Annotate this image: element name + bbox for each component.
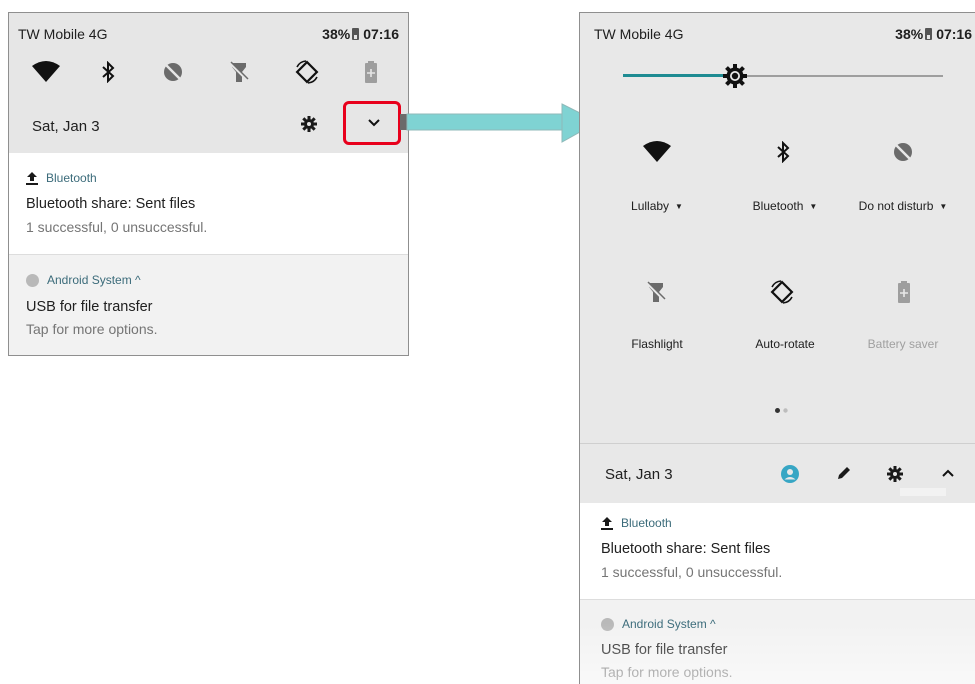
carrier-label: TW Mobile 4G [594, 26, 684, 42]
handle-bar[interactable] [900, 488, 946, 496]
battery-saver-icon[interactable] [898, 281, 910, 303]
battery-icon [352, 28, 360, 40]
clock: 07:16 [363, 26, 399, 42]
auto-rotate-icon[interactable] [294, 59, 320, 85]
notification-title: Bluetooth share: Sent files [601, 541, 771, 557]
dnd-icon[interactable] [162, 61, 184, 83]
notification-app-row: Bluetooth [601, 516, 672, 530]
flashlight-off-icon[interactable] [646, 281, 666, 303]
notification-app-row: Android System ^ [601, 617, 716, 631]
battery-saver-icon[interactable] [365, 61, 377, 83]
date-label: Sat, Jan 3 [32, 118, 100, 135]
brightness-fill [623, 74, 735, 77]
collapse-chevron-up-icon[interactable] [942, 469, 954, 477]
page-indicator [775, 408, 789, 413]
expanded-quick-settings: TW Mobile 4G 38% 07:16 Lullaby ▼ Bluetoot… [579, 12, 975, 684]
notification-app-name: Bluetooth [46, 171, 97, 185]
notification-body: 1 successful, 0 unsuccessful. [26, 219, 208, 235]
notification-body: Tap for more options. [601, 664, 733, 680]
tile-autorotate-label[interactable]: Auto-rotate [740, 337, 830, 351]
auto-rotate-icon[interactable] [769, 279, 795, 305]
battery-percent: 38% [895, 26, 924, 42]
wifi-icon[interactable] [31, 61, 61, 83]
bluetooth-icon[interactable] [776, 141, 790, 163]
upload-icon [601, 517, 613, 530]
notification-android-system[interactable]: Android System ^ USB for file transfer T… [580, 600, 975, 684]
flashlight-off-icon[interactable] [229, 61, 249, 83]
carrier-label: TW Mobile 4G [18, 26, 108, 42]
notification-title: USB for file transfer [26, 299, 153, 315]
notification-bluetooth[interactable]: Bluetooth Bluetooth share: Sent files 1 … [580, 503, 975, 599]
notification-app-name: Android System ^ [622, 617, 716, 631]
collapsed-notification-shade: TW Mobile 4G 38% 07:16 Sat, Jan 3 Blueto… [8, 12, 409, 356]
brightness-thumb[interactable] [722, 63, 748, 89]
battery-percent: 38% [322, 26, 351, 42]
dnd-icon[interactable] [892, 141, 914, 163]
settings-gear-icon[interactable] [301, 116, 317, 132]
transition-arrow [400, 102, 600, 144]
settings-gear-icon[interactable] [887, 466, 903, 482]
notification-app-name: Bluetooth [621, 516, 672, 530]
bluetooth-icon[interactable] [101, 61, 115, 83]
tile-bluetooth-label[interactable]: Bluetooth ▼ [740, 199, 830, 213]
tile-battery-saver-label[interactable]: Battery saver [858, 337, 948, 351]
notification-title: Bluetooth share: Sent files [26, 196, 196, 212]
caret-down-icon: ▼ [939, 202, 948, 212]
notification-body: Tap for more options. [26, 321, 158, 337]
caret-down-icon: ▼ [675, 202, 683, 212]
wifi-icon[interactable] [642, 141, 672, 163]
notification-app-name: Android System ^ [47, 273, 141, 287]
notification-android-system[interactable]: Android System ^ USB for file transfer T… [9, 255, 408, 355]
caret-down-icon: ▼ [809, 202, 818, 212]
status-right: 38% 07:16 [895, 26, 972, 42]
chevron-down-icon [368, 119, 380, 127]
expand-button[interactable] [343, 101, 401, 145]
notification-bluetooth[interactable]: Bluetooth Bluetooth share: Sent files 1 … [9, 153, 408, 255]
notification-app-row: Android System ^ [26, 273, 141, 287]
edit-pencil-icon[interactable] [836, 465, 852, 481]
tile-wifi-label[interactable]: Lullaby ▼ [617, 199, 697, 213]
notification-title: USB for file transfer [601, 642, 728, 658]
notification-body: 1 successful, 0 unsuccessful. [601, 564, 783, 580]
tile-flashlight-label[interactable]: Flashlight [617, 337, 697, 351]
date-label: Sat, Jan 3 [605, 466, 673, 483]
battery-icon [925, 28, 933, 40]
android-system-icon [601, 617, 614, 631]
divider [580, 443, 975, 444]
notification-app-row: Bluetooth [26, 171, 97, 185]
android-system-icon [26, 273, 39, 287]
tile-dnd-label[interactable]: Do not disturb ▼ [848, 199, 958, 213]
status-right: 38% 07:16 [322, 26, 399, 42]
clock: 07:16 [936, 26, 972, 42]
user-account-icon[interactable] [781, 465, 799, 483]
upload-icon [26, 172, 38, 185]
